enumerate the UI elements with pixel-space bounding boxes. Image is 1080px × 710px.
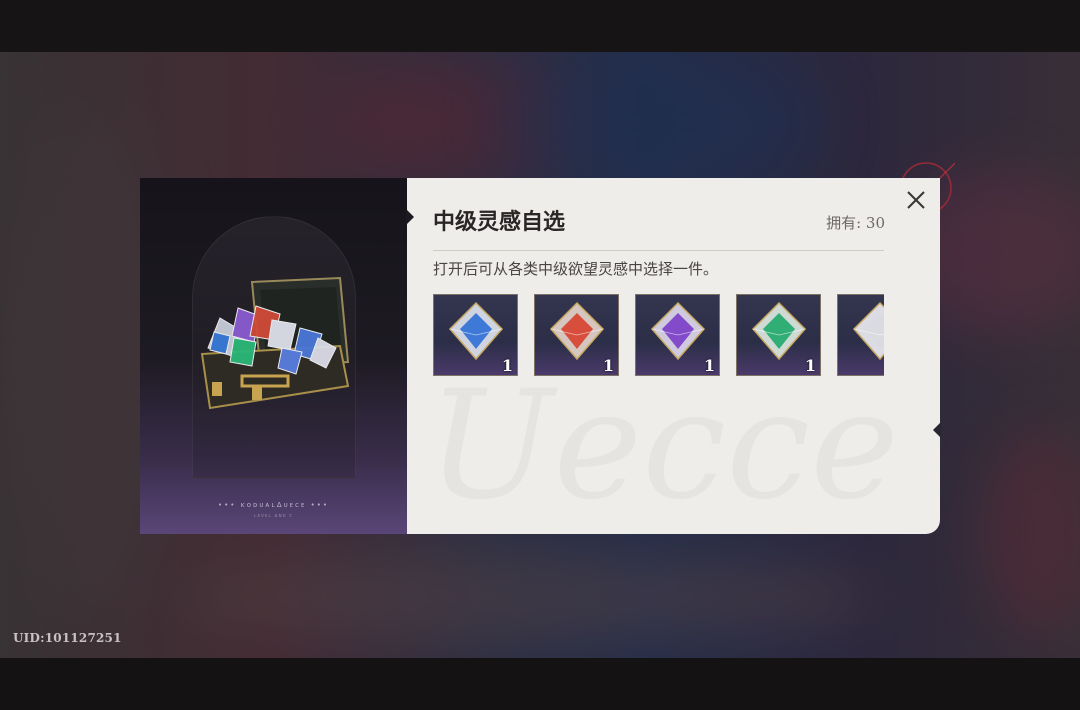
bottom-bar xyxy=(0,658,1080,710)
item-options-list: 1 1 1 1 xyxy=(433,294,884,378)
brand-mark: ••• ĸᴏᴅᴜᴀʟ∆ᴜᴇᴄᴇ ••• xyxy=(218,501,329,509)
item-detail-panel: Uecce 中级灵感自选 拥有: 30 打开后可从各类中级欲望灵感中选择一件。 … xyxy=(406,178,941,534)
item-selection-dialog: ••• ĸᴏᴅᴜᴀʟ∆ᴜᴇᴄᴇ ••• ʟᴇᴠᴇʟ ᴀɴᴅ ᴄ Uecce 中级… xyxy=(140,178,941,534)
uid-label: UID:101127251 xyxy=(13,631,122,645)
top-bar xyxy=(0,0,1080,52)
item-quantity: 1 xyxy=(501,356,513,375)
brand-subtitle: ʟᴇᴠᴇʟ ᴀɴᴅ ᴄ xyxy=(253,513,293,519)
gem-red-icon xyxy=(549,301,605,361)
item-quantity: 1 xyxy=(804,356,816,375)
gem-white-icon xyxy=(852,301,884,361)
left-notch xyxy=(406,209,414,225)
watermark-text: Uecce xyxy=(407,358,960,534)
gem-blue-icon xyxy=(448,301,504,361)
item-option-green[interactable]: 1 xyxy=(736,294,821,376)
item-quantity: 1 xyxy=(602,356,614,375)
close-icon[interactable] xyxy=(902,186,930,214)
gem-green-icon xyxy=(751,301,807,361)
item-quantity: 1 xyxy=(703,356,715,375)
right-notch xyxy=(933,422,941,438)
owned-count: 拥有: 30 xyxy=(826,214,885,232)
gem-purple-icon xyxy=(650,301,706,361)
item-option-blue[interactable]: 1 xyxy=(433,294,518,376)
dialog-description: 打开后可从各类中级欲望灵感中选择一件。 xyxy=(433,260,719,278)
item-option-purple[interactable]: 1 xyxy=(635,294,720,376)
dialog-title: 中级灵感自选 xyxy=(433,209,566,235)
item-preview-panel: ••• ĸᴏᴅᴜᴀʟ∆ᴜᴇᴄᴇ ••• ʟᴇᴠᴇʟ ᴀɴᴅ ᴄ xyxy=(140,178,407,534)
gem-chest-icon xyxy=(200,276,350,410)
title-divider xyxy=(433,250,884,251)
item-option-white[interactable] xyxy=(837,294,884,376)
item-option-red[interactable]: 1 xyxy=(534,294,619,376)
